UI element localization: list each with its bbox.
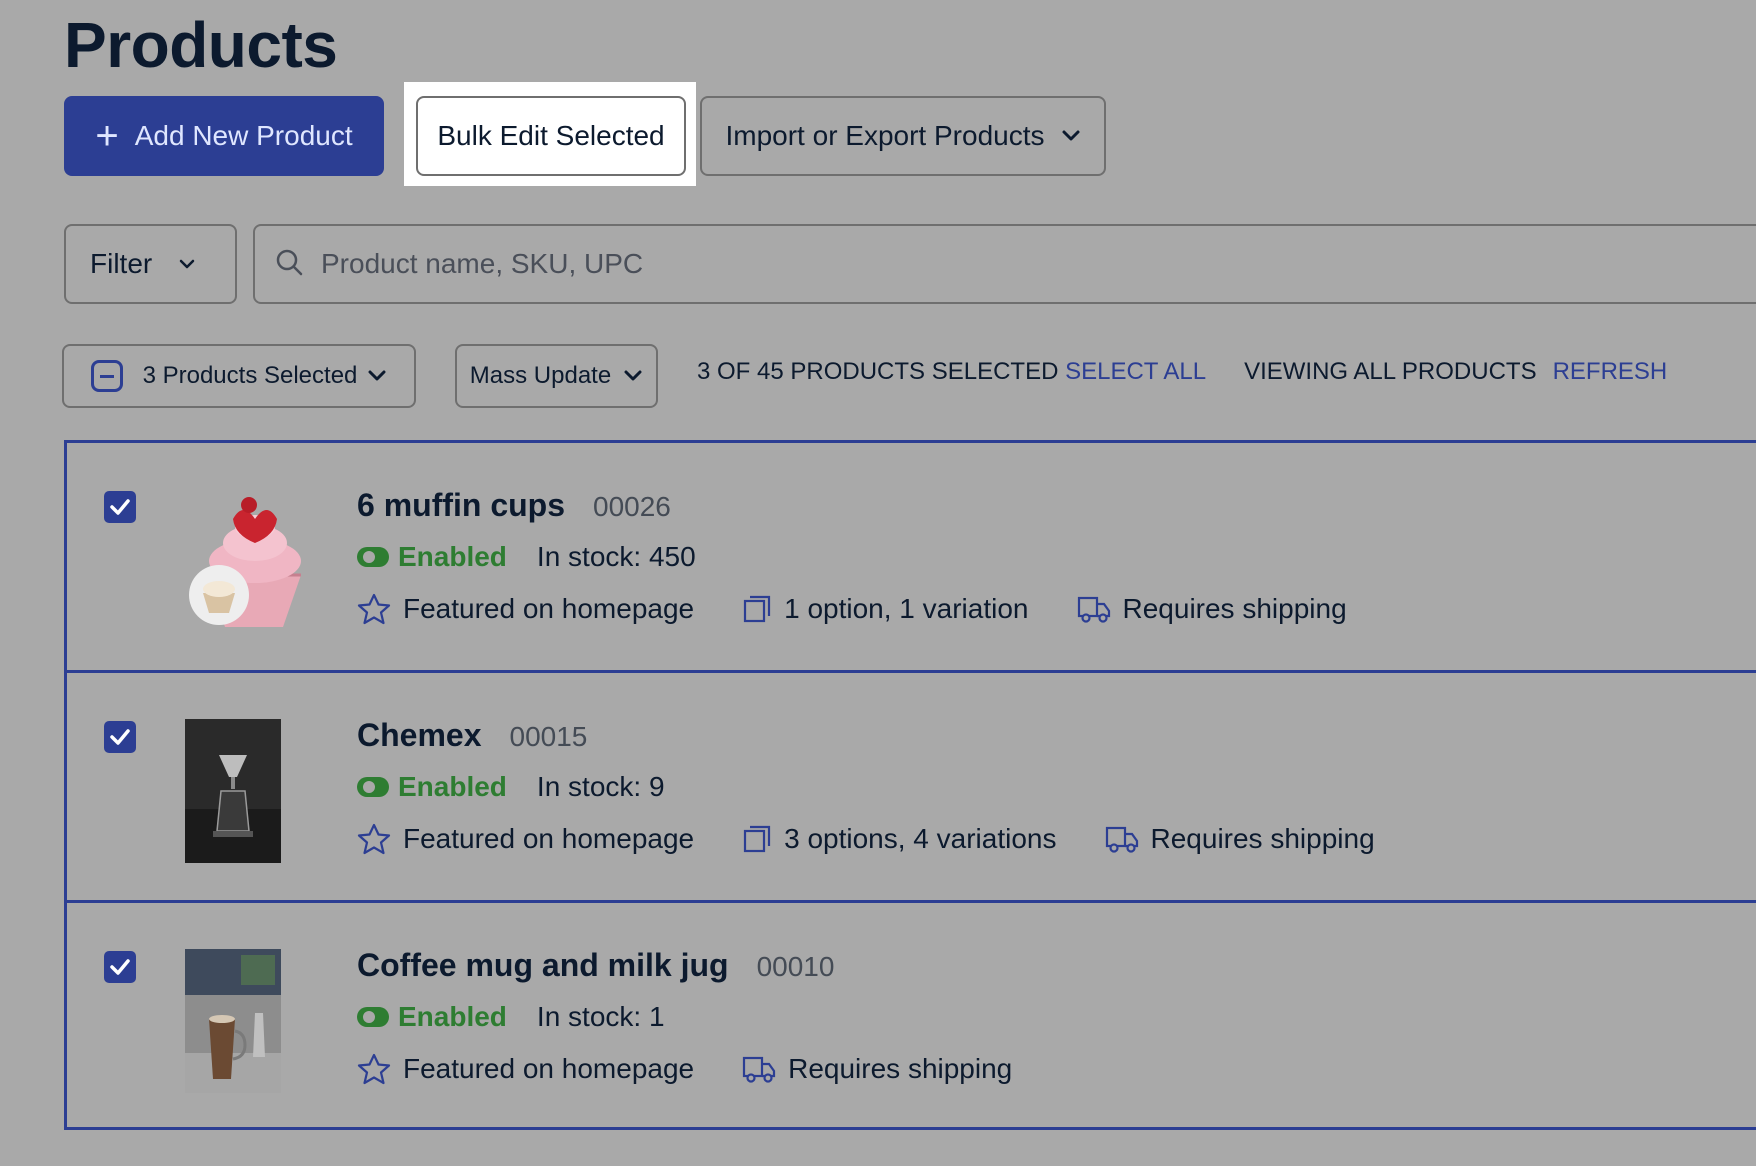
products-selected-dropdown[interactable]: 3 Products Selected [62, 344, 416, 408]
checkmark-icon [109, 498, 131, 516]
indeterminate-checkbox-icon [91, 360, 123, 392]
status-badge: Enabled [398, 1001, 507, 1033]
plus-icon: + [95, 116, 118, 156]
shipping-text: Requires shipping [1151, 823, 1375, 855]
shipping-text: Requires shipping [1123, 593, 1347, 625]
filter-label: Filter [90, 248, 152, 280]
star-icon [357, 823, 391, 855]
row-checkbox[interactable] [104, 951, 136, 983]
product-meta: Featured on homepage 1 option, 1 variati… [357, 593, 1395, 625]
search-input[interactable] [321, 248, 1121, 280]
page-title: Products [64, 8, 337, 82]
product-name[interactable]: Chemex [357, 717, 482, 754]
chevron-down-icon [623, 369, 643, 383]
variations-icon [742, 824, 772, 854]
truck-icon [742, 1054, 776, 1084]
options-text: 3 options, 4 variations [784, 823, 1056, 855]
add-new-product-button[interactable]: + Add New Product [64, 96, 384, 176]
product-status-line: Enabled In stock: 450 [357, 541, 696, 573]
product-meta: Featured on homepage Requires shipping [357, 1053, 1060, 1085]
viewing-text: VIEWING ALL PRODUCTS [1244, 358, 1537, 386]
product-list: 6 muffin cups 00026 Enabled In stock: 45… [64, 440, 1756, 1130]
product-sku: 00026 [593, 491, 671, 523]
featured-text: Featured on homepage [403, 1053, 694, 1085]
product-row[interactable]: Coffee mug and milk jug 00010 Enabled In… [67, 900, 1756, 1130]
checkmark-icon [109, 958, 131, 976]
featured-text: Featured on homepage [403, 823, 694, 855]
refresh-link[interactable]: REFRESH [1553, 358, 1668, 386]
featured-text: Featured on homepage [403, 593, 694, 625]
product-row[interactable]: Chemex 00015 Enabled In stock: 9 Feature… [67, 670, 1756, 900]
selection-status: 3 OF 45 PRODUCTS SELECTED SELECT ALL VIE… [697, 358, 1667, 386]
products-selected-label: 3 Products Selected [143, 362, 358, 390]
products-page: Products + Add New Product Bulk Edit Sel… [0, 0, 1756, 1166]
enabled-toggle-icon [357, 547, 389, 567]
chevron-down-icon [178, 258, 196, 270]
chevron-down-icon [1061, 129, 1081, 143]
row-checkbox[interactable] [104, 721, 136, 753]
variations-icon [742, 594, 772, 624]
bulk-edit-selected-button[interactable]: Bulk Edit Selected [416, 96, 686, 176]
truck-icon [1105, 824, 1139, 854]
product-status-line: Enabled In stock: 9 [357, 771, 665, 803]
stock-count: In stock: 1 [537, 1001, 665, 1033]
product-name[interactable]: 6 muffin cups [357, 487, 565, 524]
product-row[interactable]: 6 muffin cups 00026 Enabled In stock: 45… [67, 440, 1756, 670]
product-name-line: Chemex 00015 [357, 717, 587, 754]
search-box[interactable] [253, 224, 1756, 304]
product-name-line: 6 muffin cups 00026 [357, 487, 671, 524]
status-badge: Enabled [398, 541, 507, 573]
product-name-line: Coffee mug and milk jug 00010 [357, 947, 834, 984]
product-meta: Featured on homepage 3 options, 4 variat… [357, 823, 1423, 855]
status-badge: Enabled [398, 771, 507, 803]
product-thumbnail [185, 949, 281, 1093]
import-export-label: Import or Export Products [725, 120, 1044, 152]
filter-dropdown[interactable]: Filter [64, 224, 237, 304]
star-icon [357, 1053, 391, 1085]
shipping-text: Requires shipping [788, 1053, 1012, 1085]
options-text: 1 option, 1 variation [784, 593, 1028, 625]
select-all-link[interactable]: SELECT ALL [1065, 358, 1206, 386]
product-sku: 00015 [510, 721, 588, 753]
product-status-line: Enabled In stock: 1 [357, 1001, 665, 1033]
product-name[interactable]: Coffee mug and milk jug [357, 947, 729, 984]
star-icon [357, 593, 391, 625]
import-export-button[interactable]: Import or Export Products [700, 96, 1106, 176]
chevron-down-icon [367, 369, 387, 383]
row-checkbox[interactable] [104, 491, 136, 523]
selection-count-text: 3 OF 45 PRODUCTS SELECTED [697, 358, 1058, 386]
truck-icon [1077, 594, 1111, 624]
mass-update-label: Mass Update [470, 362, 611, 390]
mass-update-dropdown[interactable]: Mass Update [455, 344, 658, 408]
stock-count: In stock: 450 [537, 541, 696, 573]
product-sku: 00010 [757, 951, 835, 983]
enabled-toggle-icon [357, 777, 389, 797]
stock-count: In stock: 9 [537, 771, 665, 803]
product-thumbnail [185, 489, 281, 633]
search-icon [275, 248, 303, 281]
enabled-toggle-icon [357, 1007, 389, 1027]
checkmark-icon [109, 728, 131, 746]
product-thumbnail [185, 719, 281, 863]
add-new-product-label: Add New Product [135, 120, 353, 152]
